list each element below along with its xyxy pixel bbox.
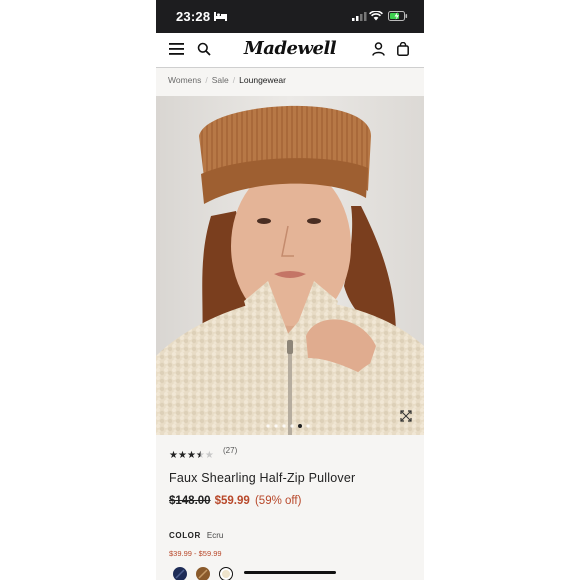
battery-charging-icon [388, 11, 408, 21]
model-photo-illustration [156, 96, 424, 435]
price-row: $148.00 $59.99 (59% off) [169, 495, 301, 507]
phone-screen: 23:28 Madewell Womens / Sale / Loungewea… [156, 0, 424, 580]
price-range: $39.99 - $59.99 [169, 549, 222, 558]
rating-row[interactable]: ★★★★★ (27) [169, 445, 237, 461]
breadcrumb-loungewear: Loungewear [239, 75, 286, 85]
expand-icon[interactable] [400, 410, 412, 422]
rating-stars: ★★★★★ [169, 450, 214, 461]
status-time: 23:28 [176, 9, 211, 24]
swatch-brown[interactable] [196, 567, 210, 580]
product-image[interactable] [156, 96, 424, 435]
breadcrumb-sale[interactable]: Sale [212, 75, 229, 85]
color-row: COLOR Ecru [169, 531, 223, 540]
home-indicator [244, 571, 336, 574]
star-icon: ★ [177, 450, 187, 461]
original-price: $148.00 [169, 495, 211, 507]
product-title: Faux Shearling Half-Zip Pullover [169, 471, 356, 485]
status-bar: 23:28 [156, 0, 424, 33]
wifi-icon [369, 11, 383, 21]
star-icon: ★ [169, 450, 178, 461]
sale-price: $59.99 [214, 495, 250, 507]
review-count[interactable]: (27) [223, 446, 237, 455]
signal-icon [352, 12, 367, 21]
star-half-icon: ★ [195, 450, 205, 461]
swatch-ecru-selected[interactable] [219, 567, 233, 580]
account-icon[interactable] [372, 42, 385, 56]
star-empty-icon: ★ [204, 450, 214, 461]
breadcrumb: Womens / Sale / Loungewear [168, 75, 286, 85]
color-label: COLOR [169, 531, 201, 540]
color-value: Ecru [206, 531, 224, 540]
swatch-navy[interactable] [173, 567, 187, 580]
bed-icon [214, 12, 227, 21]
site-header: Madewell [156, 33, 424, 68]
discount-percent: (59% off) [254, 495, 302, 507]
breadcrumb-separator: / [232, 75, 236, 85]
breadcrumb-womens[interactable]: Womens [168, 75, 201, 85]
breadcrumb-separator: / [205, 75, 208, 85]
shopping-bag-icon[interactable] [397, 42, 409, 56]
star-icon: ★ [186, 450, 196, 461]
carousel-dots[interactable] [265, 423, 315, 429]
